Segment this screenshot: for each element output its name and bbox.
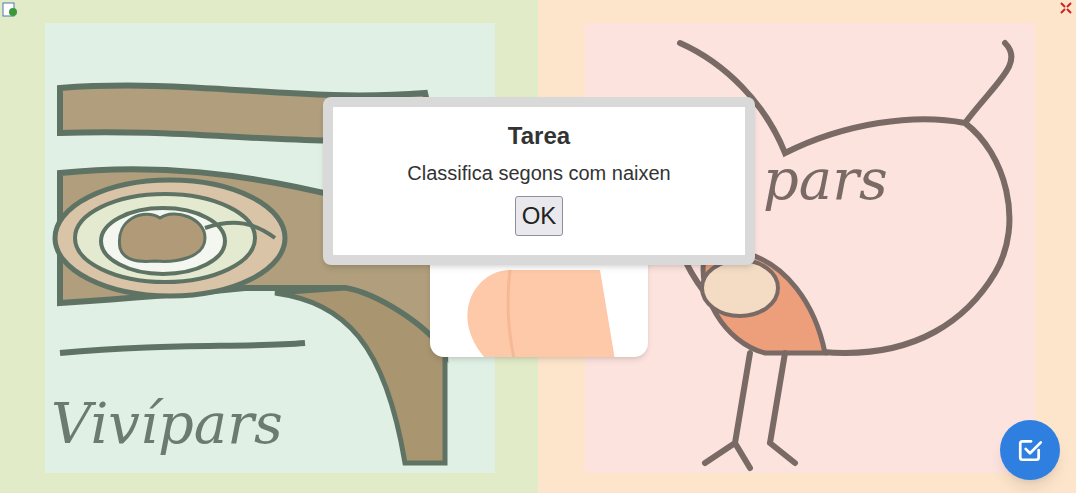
check-icon xyxy=(1017,437,1043,463)
ok-button[interactable]: OK xyxy=(515,196,564,236)
dialog-body: Tarea Classifica segons com naixen OK xyxy=(333,107,745,255)
category-label: Vivípars xyxy=(51,389,283,459)
check-button[interactable] xyxy=(1000,420,1060,480)
dialog-message: Classifica segons com naixen xyxy=(407,161,670,186)
fullscreen-icon[interactable] xyxy=(1060,2,1072,14)
game-screen: Vivípars pars Tarea Classifica segons com n… xyxy=(0,0,1076,493)
category-label: pars xyxy=(763,145,888,215)
task-dialog: Tarea Classifica segons com naixen OK xyxy=(323,97,755,265)
dialog-title: Tarea xyxy=(508,121,570,151)
help-icon[interactable] xyxy=(2,2,18,18)
hand-icon xyxy=(450,250,640,357)
